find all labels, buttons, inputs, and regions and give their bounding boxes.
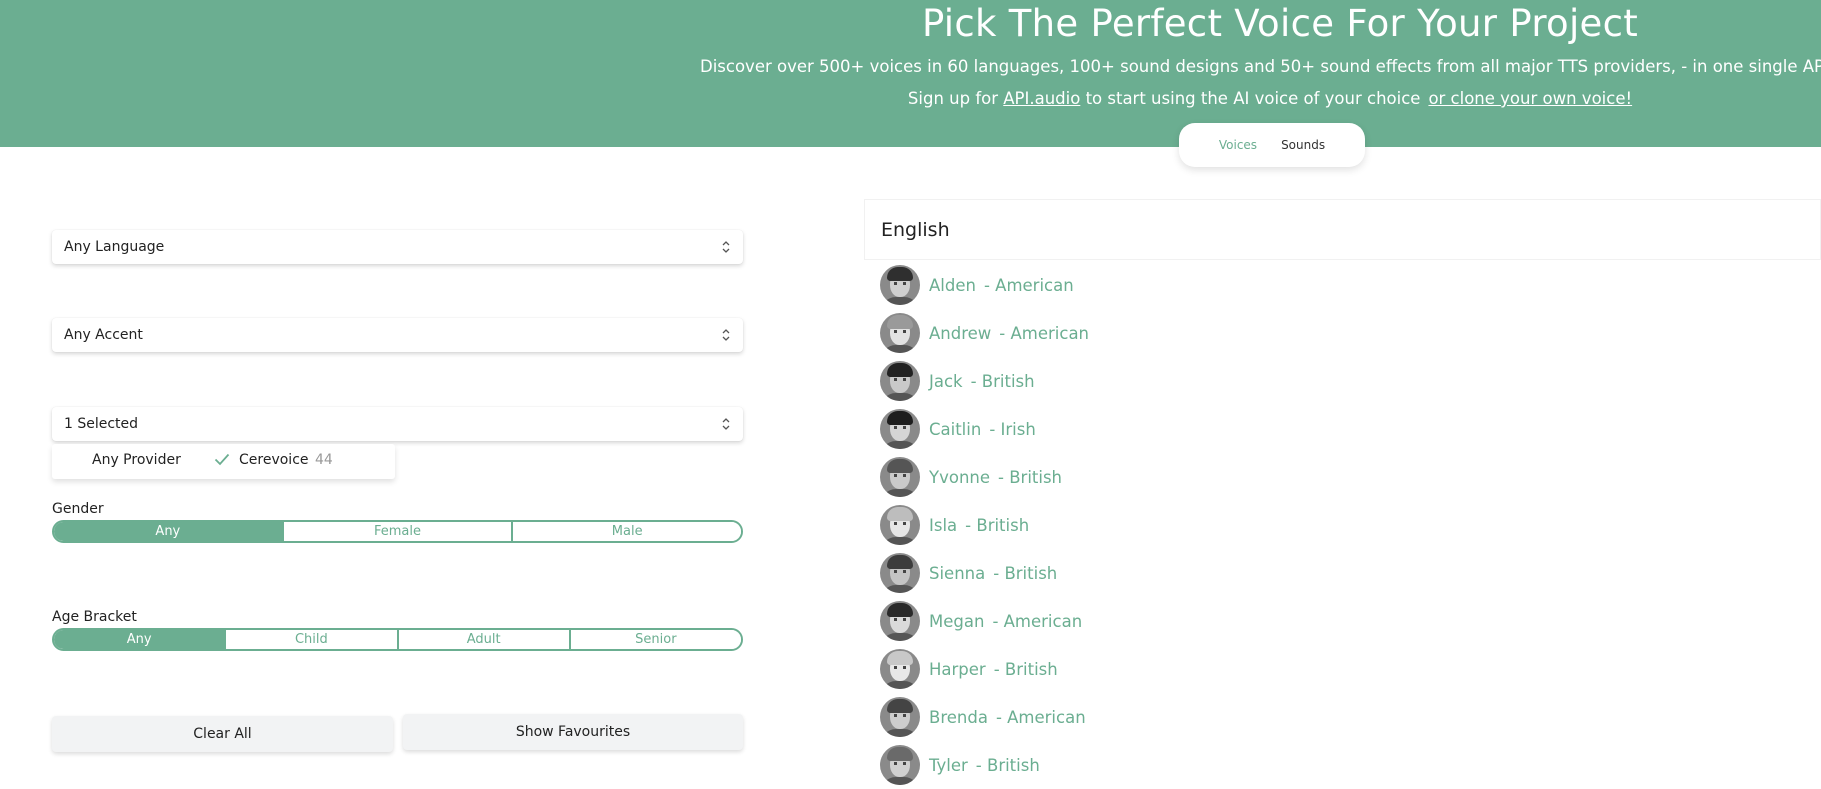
voice-accent: - American xyxy=(992,611,1083,631)
gender-segmented-control: Any Female Male xyxy=(52,520,743,543)
voice-item[interactable]: Isla - British xyxy=(880,504,1029,546)
age-option-senior[interactable]: Senior xyxy=(570,630,741,649)
cta-prefix: Sign up for xyxy=(907,89,1004,108)
voice-item[interactable]: Sienna - British xyxy=(880,552,1057,594)
voice-name[interactable]: Caitlin xyxy=(929,420,981,439)
voice-avatar xyxy=(880,745,920,785)
voice-item[interactable]: Tyler - British xyxy=(880,744,1040,786)
voice-avatar xyxy=(880,601,920,641)
provider-select-value: 1 Selected xyxy=(64,416,139,432)
voice-item[interactable]: Jack - British xyxy=(880,360,1035,402)
gender-option-female[interactable]: Female xyxy=(283,522,514,541)
show-favourites-button[interactable]: Show Favourites xyxy=(403,714,743,750)
provider-option-label: Cerevoice xyxy=(239,452,309,468)
provider-select[interactable]: 1 Selected xyxy=(52,407,743,441)
provider-dropdown: Any Provider Cerevoice 44 xyxy=(52,444,395,479)
voice-item[interactable]: Harper - British xyxy=(880,648,1058,690)
age-option-child[interactable]: Child xyxy=(226,630,399,649)
check-icon xyxy=(214,453,230,466)
chevron-up-down-icon xyxy=(722,329,730,341)
voice-name[interactable]: Sienna xyxy=(929,564,985,583)
chevron-up-down-icon xyxy=(722,418,730,430)
gender-option-any[interactable]: Any xyxy=(54,522,284,541)
provider-option-count: 44 xyxy=(314,452,333,468)
voice-accent: - British xyxy=(998,467,1063,487)
voice-avatar xyxy=(880,313,920,353)
voice-accent: - American xyxy=(999,323,1090,343)
voice-accent: - British xyxy=(970,371,1035,391)
voice-avatar xyxy=(880,409,920,449)
hero-cta: Sign up for API.audio to start using the… xyxy=(700,89,1821,108)
voice-avatar xyxy=(880,505,920,545)
clear-all-button[interactable]: Clear All xyxy=(52,716,393,752)
age-segmented-control: Any Child Adult Senior xyxy=(52,628,743,651)
voice-name[interactable]: Alden xyxy=(929,276,976,295)
accent-select[interactable]: Any Accent xyxy=(52,318,743,352)
voice-avatar xyxy=(880,697,920,737)
age-bracket-label: Age Bracket xyxy=(52,609,137,625)
page-title: Pick The Perfect Voice For Your Project xyxy=(921,2,1639,45)
voice-name[interactable]: Harper xyxy=(929,660,986,679)
voice-accent: - American xyxy=(995,707,1086,727)
voice-avatar xyxy=(880,457,920,497)
voice-avatar xyxy=(880,361,920,401)
gender-label: Gender xyxy=(52,501,104,517)
voice-name[interactable]: Andrew xyxy=(929,324,991,343)
voices-sounds-toggle: Voices Sounds xyxy=(1179,123,1365,167)
age-option-adult[interactable]: Adult xyxy=(398,630,571,649)
voice-item[interactable]: Alden - American xyxy=(880,264,1074,306)
voice-accent: - British xyxy=(993,659,1058,679)
age-option-any[interactable]: Any xyxy=(54,630,227,649)
voice-avatar xyxy=(880,649,920,689)
api-audio-link[interactable]: API.audio xyxy=(1003,89,1080,108)
voice-item[interactable]: Yvonne - British xyxy=(880,456,1062,498)
voice-accent: - American xyxy=(983,275,1074,295)
provider-option-cerevoice[interactable]: Cerevoice 44 xyxy=(239,452,333,468)
gender-option-male[interactable]: Male xyxy=(513,522,741,541)
voice-item[interactable]: Brenda - American xyxy=(880,696,1086,738)
voice-item[interactable]: Megan - American xyxy=(880,600,1082,642)
voice-name[interactable]: Jack xyxy=(929,372,963,391)
voice-name[interactable]: Tyler xyxy=(929,756,968,775)
voice-avatar xyxy=(880,553,920,593)
voice-name[interactable]: Isla xyxy=(929,516,957,535)
cta-middle: to start using the AI voice of your choi… xyxy=(1080,89,1421,108)
voice-name[interactable]: Yvonne xyxy=(929,468,990,487)
voice-item[interactable]: Caitlin - Irish xyxy=(880,408,1036,450)
language-select[interactable]: Any Language xyxy=(52,230,743,264)
voice-avatar xyxy=(880,265,920,305)
accent-select-value: Any Accent xyxy=(64,327,143,343)
tab-sounds[interactable]: Sounds xyxy=(1281,138,1325,152)
voice-accent: - Irish xyxy=(989,419,1036,439)
voice-name[interactable]: Brenda xyxy=(929,708,988,727)
language-group-header: English xyxy=(864,199,1821,260)
chevron-up-down-icon xyxy=(722,241,730,253)
voice-accent: - British xyxy=(965,515,1030,535)
voice-name[interactable]: Megan xyxy=(929,612,984,631)
hero-subtitle: Discover over 500+ voices in 60 language… xyxy=(700,57,1821,76)
tab-voices[interactable]: Voices xyxy=(1219,138,1257,152)
language-group-title: English xyxy=(881,219,950,241)
voice-accent: - British xyxy=(975,755,1040,775)
language-select-value: Any Language xyxy=(64,239,165,255)
clone-voice-link[interactable]: or clone your own voice! xyxy=(1428,89,1632,108)
voice-accent: - British xyxy=(993,563,1058,583)
provider-option-any[interactable]: Any Provider xyxy=(92,452,181,468)
hero-banner: Pick The Perfect Voice For Your Project … xyxy=(0,0,1821,147)
voice-item[interactable]: Andrew - American xyxy=(880,312,1089,354)
